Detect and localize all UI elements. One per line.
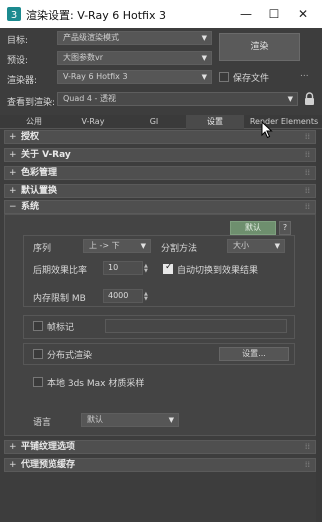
- tab-bar: 公用 V-Ray GI 设置 Render Elements: [0, 115, 322, 129]
- post-effect-ratio-value: 10: [108, 263, 119, 272]
- rollout-tiled-texture[interactable]: + 平铺纹理选项 ⁞⁞: [4, 440, 316, 454]
- local-material-sampling-checkbox[interactable]: [33, 377, 43, 387]
- collapse-icon: −: [9, 202, 17, 212]
- split-method-dropdown[interactable]: 大小 ▼: [227, 239, 285, 253]
- sequence-dropdown[interactable]: 上 -> 下 ▼: [83, 239, 151, 253]
- rollout-proxy-preview-cache[interactable]: + 代理预览缓存 ⁞⁞: [4, 458, 316, 472]
- local-material-sampling-label: 本地 3ds Max 材质采样: [47, 379, 145, 389]
- frame-stamp-label: 帧标记: [47, 323, 75, 333]
- tab-common[interactable]: 公用: [12, 115, 56, 129]
- tab-settings[interactable]: 设置: [186, 115, 244, 129]
- expand-icon: +: [9, 186, 17, 196]
- renderer-label: 渲染器:: [7, 76, 38, 86]
- tab-render-elements[interactable]: Render Elements: [246, 115, 322, 129]
- minimize-button[interactable]: —: [236, 4, 256, 24]
- lock-icon[interactable]: [304, 92, 315, 106]
- mouse-cursor-icon: [261, 121, 273, 139]
- rollout-default-displacement[interactable]: + 默认置换 ⁞⁞: [4, 184, 316, 198]
- scrollbar[interactable]: [316, 130, 322, 522]
- distributed-settings-button[interactable]: 设置...: [219, 347, 289, 361]
- rollout-title: 色彩管理: [21, 168, 58, 178]
- spinner-arrows-icon[interactable]: ▲ ▼: [144, 292, 152, 302]
- memory-limit-spinner[interactable]: 4000 ▲ ▼: [103, 289, 148, 303]
- drag-grip-icon: ⁞⁞: [304, 460, 310, 469]
- drag-grip-icon: ⁞⁞: [304, 442, 310, 451]
- help-button[interactable]: ?: [279, 221, 291, 235]
- expand-icon: +: [9, 168, 17, 178]
- rollout-title: 授权: [21, 132, 40, 142]
- renderer-value: V-Ray 6 Hotfix 3: [63, 72, 128, 81]
- chevron-down-icon: ▼: [201, 34, 207, 42]
- split-method-value: 大小: [233, 241, 249, 250]
- sequence-label: 序列: [33, 244, 52, 254]
- svg-text:3: 3: [11, 10, 17, 21]
- rollout-title: 关于 V-Ray: [21, 150, 71, 160]
- chevron-down-icon: ▼: [140, 242, 146, 250]
- auto-switch-checkbox[interactable]: [163, 262, 173, 274]
- renderer-dropdown[interactable]: V-Ray 6 Hotfix 3 ▼: [57, 70, 212, 84]
- memory-limit-label: 内存限制 MB: [33, 294, 86, 304]
- window-title: 渲染设置: V-Ray 6 Hotfix 3: [26, 9, 166, 22]
- rollout-title: 默认置换: [21, 186, 58, 196]
- chevron-down-icon: ▼: [201, 73, 207, 81]
- drag-grip-icon: ⁞⁞: [304, 150, 310, 159]
- view-to-render-value: Quad 4 - 透视: [63, 94, 116, 103]
- close-button[interactable]: ✕: [293, 4, 313, 24]
- target-label: 目标:: [7, 36, 29, 46]
- auto-switch-label: 自动切换到效果结果: [177, 266, 259, 276]
- expand-icon: +: [9, 442, 17, 452]
- split-method-label: 分割方法: [161, 244, 198, 254]
- chevron-down-icon: ▼: [201, 54, 207, 62]
- language-value: 默认: [87, 415, 103, 424]
- tab-gi[interactable]: GI: [134, 115, 174, 129]
- language-dropdown[interactable]: 默认 ▼: [81, 413, 179, 427]
- distributed-render-label: 分布式渲染: [47, 351, 93, 361]
- drag-grip-icon: ⁞⁞: [304, 202, 310, 211]
- rollout-about-vray[interactable]: + 关于 V-Ray ⁞⁞: [4, 148, 316, 162]
- chevron-down-icon: ▼: [274, 242, 280, 250]
- expand-icon: +: [9, 150, 17, 160]
- sequence-value: 上 -> 下: [89, 241, 120, 250]
- memory-limit-value: 4000: [108, 291, 129, 300]
- title-bar: 3 渲染设置: V-Ray 6 Hotfix 3 — ☐ ✕: [0, 0, 322, 28]
- drag-grip-icon: ⁞⁞: [304, 186, 310, 195]
- language-label: 语言: [33, 418, 52, 428]
- default-button[interactable]: 默认: [230, 221, 276, 235]
- rollout-color-management[interactable]: + 色彩管理 ⁞⁞: [4, 166, 316, 180]
- view-to-render-dropdown[interactable]: Quad 4 - 透视 ▼: [57, 92, 298, 106]
- frame-stamp-checkbox[interactable]: [33, 321, 43, 331]
- rollout-title: 系统: [21, 202, 40, 212]
- preset-dropdown[interactable]: 大图参数vr ▼: [57, 51, 212, 65]
- drag-grip-icon: ⁞⁞: [304, 168, 310, 177]
- spinner-arrows-icon[interactable]: ▲ ▼: [144, 264, 152, 274]
- chevron-down-icon: ▼: [168, 416, 174, 424]
- target-value: 产品级渲染模式: [63, 33, 119, 42]
- app-3ds-max-icon: 3: [7, 7, 21, 21]
- view-to-render-label: 查看到渲染:: [7, 98, 56, 108]
- maximize-button[interactable]: ☐: [264, 4, 284, 24]
- render-button[interactable]: 渲染: [219, 33, 300, 61]
- rollout-system[interactable]: − 系统 ⁞⁞: [4, 200, 316, 214]
- tab-vray[interactable]: V-Ray: [70, 115, 116, 129]
- rollout-title: 平铺纹理选项: [21, 442, 76, 452]
- frame-stamp-text-field[interactable]: [105, 319, 287, 333]
- rollout-title: 代理预览缓存: [21, 460, 76, 470]
- save-file-label: 保存文件: [233, 74, 270, 84]
- preset-label: 预设:: [7, 56, 29, 66]
- save-file-browse-button[interactable]: ...: [300, 69, 309, 79]
- chevron-down-icon: ▼: [287, 95, 293, 103]
- post-effect-ratio-label: 后期效果比率: [33, 266, 88, 276]
- system-panel: 默认 ? 序列 上 -> 下 ▼ 分割方法 大小 ▼ 后期效果比率 10 ▲▼ 自动…: [4, 214, 316, 436]
- post-effect-ratio-spinner[interactable]: 10 ▲ ▼: [103, 261, 148, 275]
- expand-icon: +: [9, 460, 17, 470]
- target-dropdown[interactable]: 产品级渲染模式 ▼: [57, 31, 212, 45]
- drag-grip-icon: ⁞⁞: [304, 132, 310, 141]
- preset-value: 大图参数vr: [63, 53, 104, 62]
- distributed-render-checkbox[interactable]: [33, 349, 43, 359]
- save-file-checkbox[interactable]: [219, 72, 229, 82]
- expand-icon: +: [9, 132, 17, 142]
